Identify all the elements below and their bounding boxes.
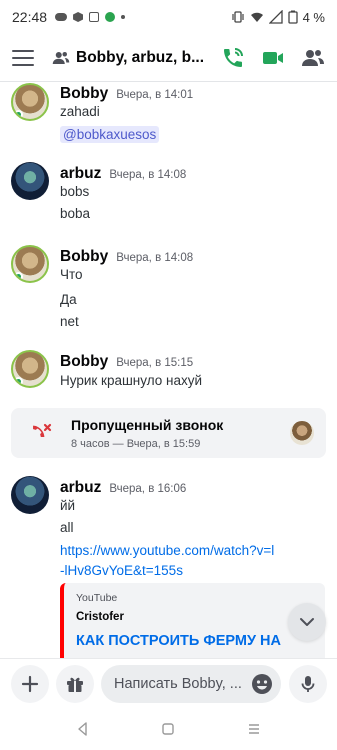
page-title[interactable]: Bobby, arbuz, b... xyxy=(76,49,204,67)
timestamp: Вчера, в 14:08 xyxy=(109,169,187,181)
message-header: Bobby Вчера, в 14:01 xyxy=(60,85,193,103)
message-header: Bobby Вчера, в 14:08 xyxy=(60,248,193,266)
microphone-icon xyxy=(301,676,315,692)
message-input[interactable] xyxy=(114,676,244,692)
message-text: boba xyxy=(60,206,91,221)
avatar[interactable] xyxy=(11,245,49,283)
timestamp: Вчера, в 14:01 xyxy=(116,89,194,101)
back-icon[interactable] xyxy=(75,721,91,737)
message-link[interactable]: -lHv8GvYoE&t=155s xyxy=(60,561,183,581)
group-icon xyxy=(52,51,70,64)
caller-avatar xyxy=(290,421,314,445)
notification-dot xyxy=(121,15,126,19)
message-text: bobs xyxy=(60,184,90,199)
message-mention-line: @bobkaxuesos xyxy=(60,126,160,143)
home-icon[interactable] xyxy=(160,721,176,737)
voice-call-icon[interactable] xyxy=(221,46,245,70)
missed-call-card[interactable]: Пропущенный звонок 8 часов — Вчера, в 15… xyxy=(11,408,326,458)
emoji-icon[interactable] xyxy=(251,673,273,695)
message-text: йй xyxy=(60,498,76,513)
online-status-icon xyxy=(14,272,23,281)
timestamp: Вчера, в 15:15 xyxy=(116,357,194,369)
gift-icon xyxy=(67,677,83,692)
recents-icon[interactable] xyxy=(246,721,262,737)
battery-icon xyxy=(287,10,298,24)
missed-call-subtitle: 8 часов — Вчера, в 15:59 xyxy=(71,438,201,450)
youtube-link-line-2[interactable]: -lHv8GvYoE&t=155s xyxy=(60,563,183,578)
author-name[interactable]: arbuz xyxy=(60,479,101,497)
channel-header: Bobby, arbuz, b... xyxy=(0,34,337,82)
author-name[interactable]: Bobby xyxy=(60,248,108,266)
battery-level: 4 % xyxy=(302,9,325,25)
message-text: zahadi xyxy=(60,104,100,119)
message-text: net xyxy=(60,314,79,329)
youtube-embed[interactable]: YouTube Cristofer КАК ПОСТРОИТЬ ФЕРМУ НА xyxy=(60,583,325,658)
message-composer xyxy=(0,658,337,708)
message-list[interactable]: Bobby Вчера, в 14:01 zahadi @bobkaxuesos… xyxy=(0,82,337,658)
missed-call-icon xyxy=(33,423,52,437)
embed-provider[interactable]: YouTube xyxy=(76,592,117,604)
message-header: arbuz Вчера, в 14:08 xyxy=(60,165,186,183)
hex-icon xyxy=(73,12,84,22)
video-call-icon[interactable] xyxy=(261,46,285,70)
signal-icon xyxy=(268,10,283,24)
header-actions xyxy=(221,46,325,70)
embed-channel[interactable]: Cristofer xyxy=(76,611,124,623)
message-header: Bobby Вчера, в 15:15 xyxy=(60,353,193,371)
hamburger-icon[interactable] xyxy=(12,49,34,66)
avatar[interactable] xyxy=(11,83,49,121)
avatar[interactable] xyxy=(11,476,49,514)
timestamp: Вчера, в 16:06 xyxy=(109,483,187,495)
add-attachment-button[interactable] xyxy=(11,665,49,703)
voice-message-button[interactable] xyxy=(289,665,327,703)
message-text: Нурик крашнуло нахуй xyxy=(60,373,203,388)
square-icon xyxy=(89,12,100,22)
online-status-icon xyxy=(14,110,23,119)
chevron-down-icon xyxy=(300,618,314,626)
timestamp: Вчера, в 14:08 xyxy=(116,252,194,264)
gift-button[interactable] xyxy=(56,665,94,703)
author-name[interactable]: Bobby xyxy=(60,85,108,103)
author-name[interactable]: arbuz xyxy=(60,165,101,183)
status-right: 4 % xyxy=(231,10,325,25)
avatar[interactable] xyxy=(11,162,49,200)
message-text: Что xyxy=(60,267,83,282)
status-bar: 22:48 4 % xyxy=(0,0,337,34)
status-notification-icons xyxy=(55,12,126,22)
message-text: Да xyxy=(60,292,77,307)
status-time: 22:48 xyxy=(12,9,48,25)
message-input-pill[interactable] xyxy=(101,665,281,703)
online-status-icon xyxy=(14,377,23,386)
vibrate-icon xyxy=(231,11,244,23)
wifi-icon xyxy=(250,12,263,22)
jump-to-bottom-button[interactable] xyxy=(288,603,326,641)
embed-title[interactable]: КАК ПОСТРОИТЬ ФЕРМУ НА xyxy=(76,633,281,649)
discord-icon xyxy=(55,13,68,21)
avatar[interactable] xyxy=(11,350,49,388)
system-nav-bar xyxy=(0,708,337,750)
plus-icon xyxy=(21,675,39,693)
members-icon[interactable] xyxy=(301,46,325,70)
youtube-link-line-1[interactable]: https://www.youtube.com/watch?v=l xyxy=(60,543,274,558)
user-mention[interactable]: @bobkaxuesos xyxy=(60,126,160,143)
message-header: arbuz Вчера, в 16:06 xyxy=(60,479,186,497)
message-link[interactable]: https://www.youtube.com/watch?v=l xyxy=(60,541,274,561)
author-name[interactable]: Bobby xyxy=(60,353,108,371)
green-app-icon xyxy=(105,12,116,22)
missed-call-title: Пропущенный звонок xyxy=(71,417,224,433)
message-text: all xyxy=(60,520,74,535)
